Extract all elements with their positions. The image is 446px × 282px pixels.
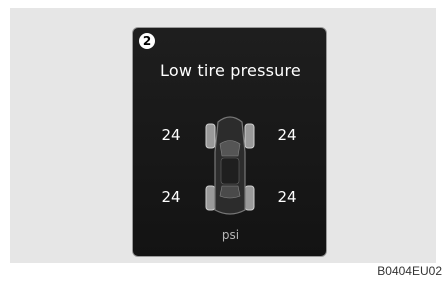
tpms-display-panel: 2 Low tire pressure 24 24 24 24 psi [132, 27, 327, 257]
rear-left-tire [205, 185, 216, 211]
pressure-unit-label: psi [221, 228, 240, 242]
front-right-tire [244, 123, 255, 149]
windshield [219, 140, 241, 157]
figure-code-label: B0404EU02 [377, 264, 442, 278]
rear-right-pressure: 24 [277, 188, 297, 206]
front-left-pressure: 24 [161, 126, 181, 144]
rear-left-pressure: 24 [161, 188, 181, 206]
front-right-pressure: 24 [277, 126, 297, 144]
step-number-badge: 2 [139, 33, 155, 49]
warning-title: Low tire pressure [160, 61, 301, 80]
car-roof [220, 157, 240, 185]
rear-right-tire [244, 185, 255, 211]
front-left-tire [205, 123, 216, 149]
rear-window [219, 185, 241, 199]
car-top-view-icon [205, 116, 255, 215]
